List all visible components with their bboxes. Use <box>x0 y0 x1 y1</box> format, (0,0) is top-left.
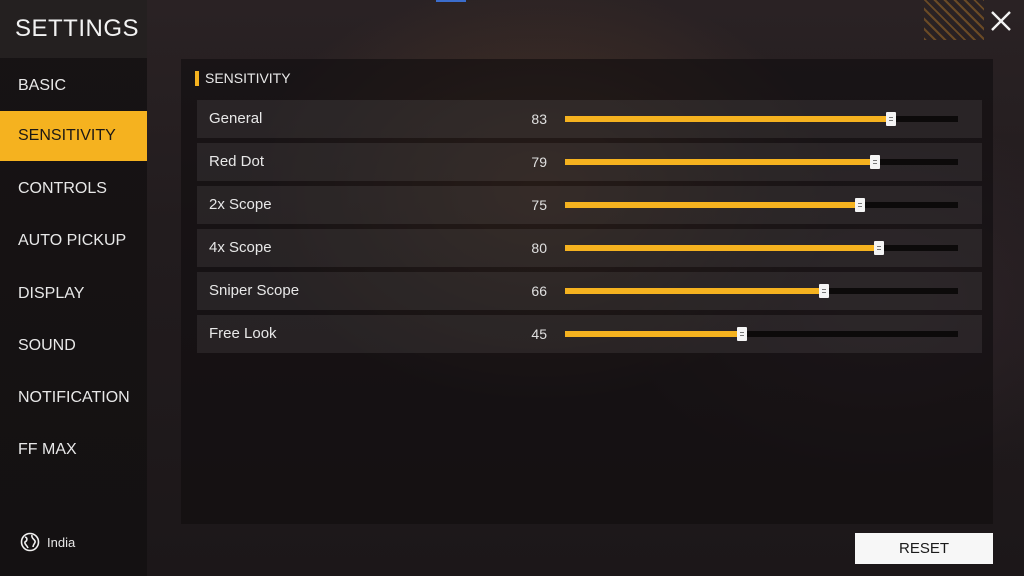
slider-track[interactable] <box>565 241 958 255</box>
slider-value: 79 <box>531 154 547 170</box>
slider-thumb[interactable] <box>819 284 830 298</box>
corner-decoration <box>924 0 984 40</box>
section-accent-bar <box>195 70 199 86</box>
nav-item-ff-max[interactable]: FF MAX <box>0 425 147 475</box>
region-label: India <box>47 534 76 550</box>
slider-track[interactable] <box>565 284 958 298</box>
slider-value: 66 <box>531 283 547 299</box>
reset-button[interactable]: RESET <box>855 533 993 564</box>
slider-value: 80 <box>531 240 547 256</box>
slider-row-2x-scope: 2x Scope 75 <box>197 186 982 224</box>
globe-icon <box>20 532 40 552</box>
slider-thumb[interactable] <box>870 155 881 169</box>
nav-item-sound[interactable]: SOUND <box>0 321 147 371</box>
slider-track[interactable] <box>565 327 958 341</box>
section-header: SENSITIVITY <box>195 70 291 86</box>
slider-value: 75 <box>531 197 547 213</box>
slider-fill <box>565 202 860 208</box>
slider-label: 4x Scope <box>209 239 272 256</box>
slider-row-general: General 83 <box>197 100 982 138</box>
slider-label: General <box>209 110 263 127</box>
slider-label: Red Dot <box>209 153 265 170</box>
slider-thumb[interactable] <box>886 112 897 126</box>
top-accent <box>436 0 466 2</box>
section-title: SENSITIVITY <box>205 70 291 86</box>
nav-item-basic[interactable]: BASIC <box>0 61 147 111</box>
nav-item-notification[interactable]: NOTIFICATION <box>0 373 147 423</box>
slider-label: 2x Scope <box>209 196 272 213</box>
slider-fill <box>565 159 876 165</box>
slider-fill <box>565 245 880 251</box>
slider-track[interactable] <box>565 198 958 212</box>
slider-row-sniper-scope: Sniper Scope 66 <box>197 272 982 310</box>
page-title: SETTINGS <box>0 0 147 58</box>
slider-track[interactable] <box>565 155 958 169</box>
nav-item-sensitivity[interactable]: SENSITIVITY <box>0 111 147 161</box>
slider-row-red-dot: Red Dot 79 <box>197 143 982 181</box>
slider-fill <box>565 288 825 294</box>
nav-item-display[interactable]: DISPLAY <box>0 269 147 319</box>
nav-item-auto-pickup[interactable]: AUTO PICKUP <box>0 216 147 266</box>
slider-track[interactable] <box>565 112 958 126</box>
slider-thumb[interactable] <box>736 327 747 341</box>
slider-fill <box>565 331 742 337</box>
sidebar: SETTINGS BASIC SENSITIVITY CONTROLS AUTO… <box>0 0 147 576</box>
slider-value: 83 <box>531 111 547 127</box>
slider-thumb[interactable] <box>874 241 885 255</box>
slider-row-free-look: Free Look 45 <box>197 315 982 353</box>
slider-row-4x-scope: 4x Scope 80 <box>197 229 982 267</box>
close-icon <box>991 11 1011 31</box>
slider-fill <box>565 116 892 122</box>
settings-screen: SETTINGS BASIC SENSITIVITY CONTROLS AUTO… <box>0 0 1024 576</box>
sensitivity-panel: SENSITIVITY General 83 Red Dot 79 2x Sco… <box>181 59 993 524</box>
region-selector[interactable]: India <box>20 531 75 553</box>
close-button[interactable] <box>986 6 1016 36</box>
slider-thumb[interactable] <box>854 198 865 212</box>
slider-label: Free Look <box>209 325 277 342</box>
slider-value: 45 <box>531 326 547 342</box>
slider-label: Sniper Scope <box>209 282 300 299</box>
nav-item-controls[interactable]: CONTROLS <box>0 164 147 214</box>
